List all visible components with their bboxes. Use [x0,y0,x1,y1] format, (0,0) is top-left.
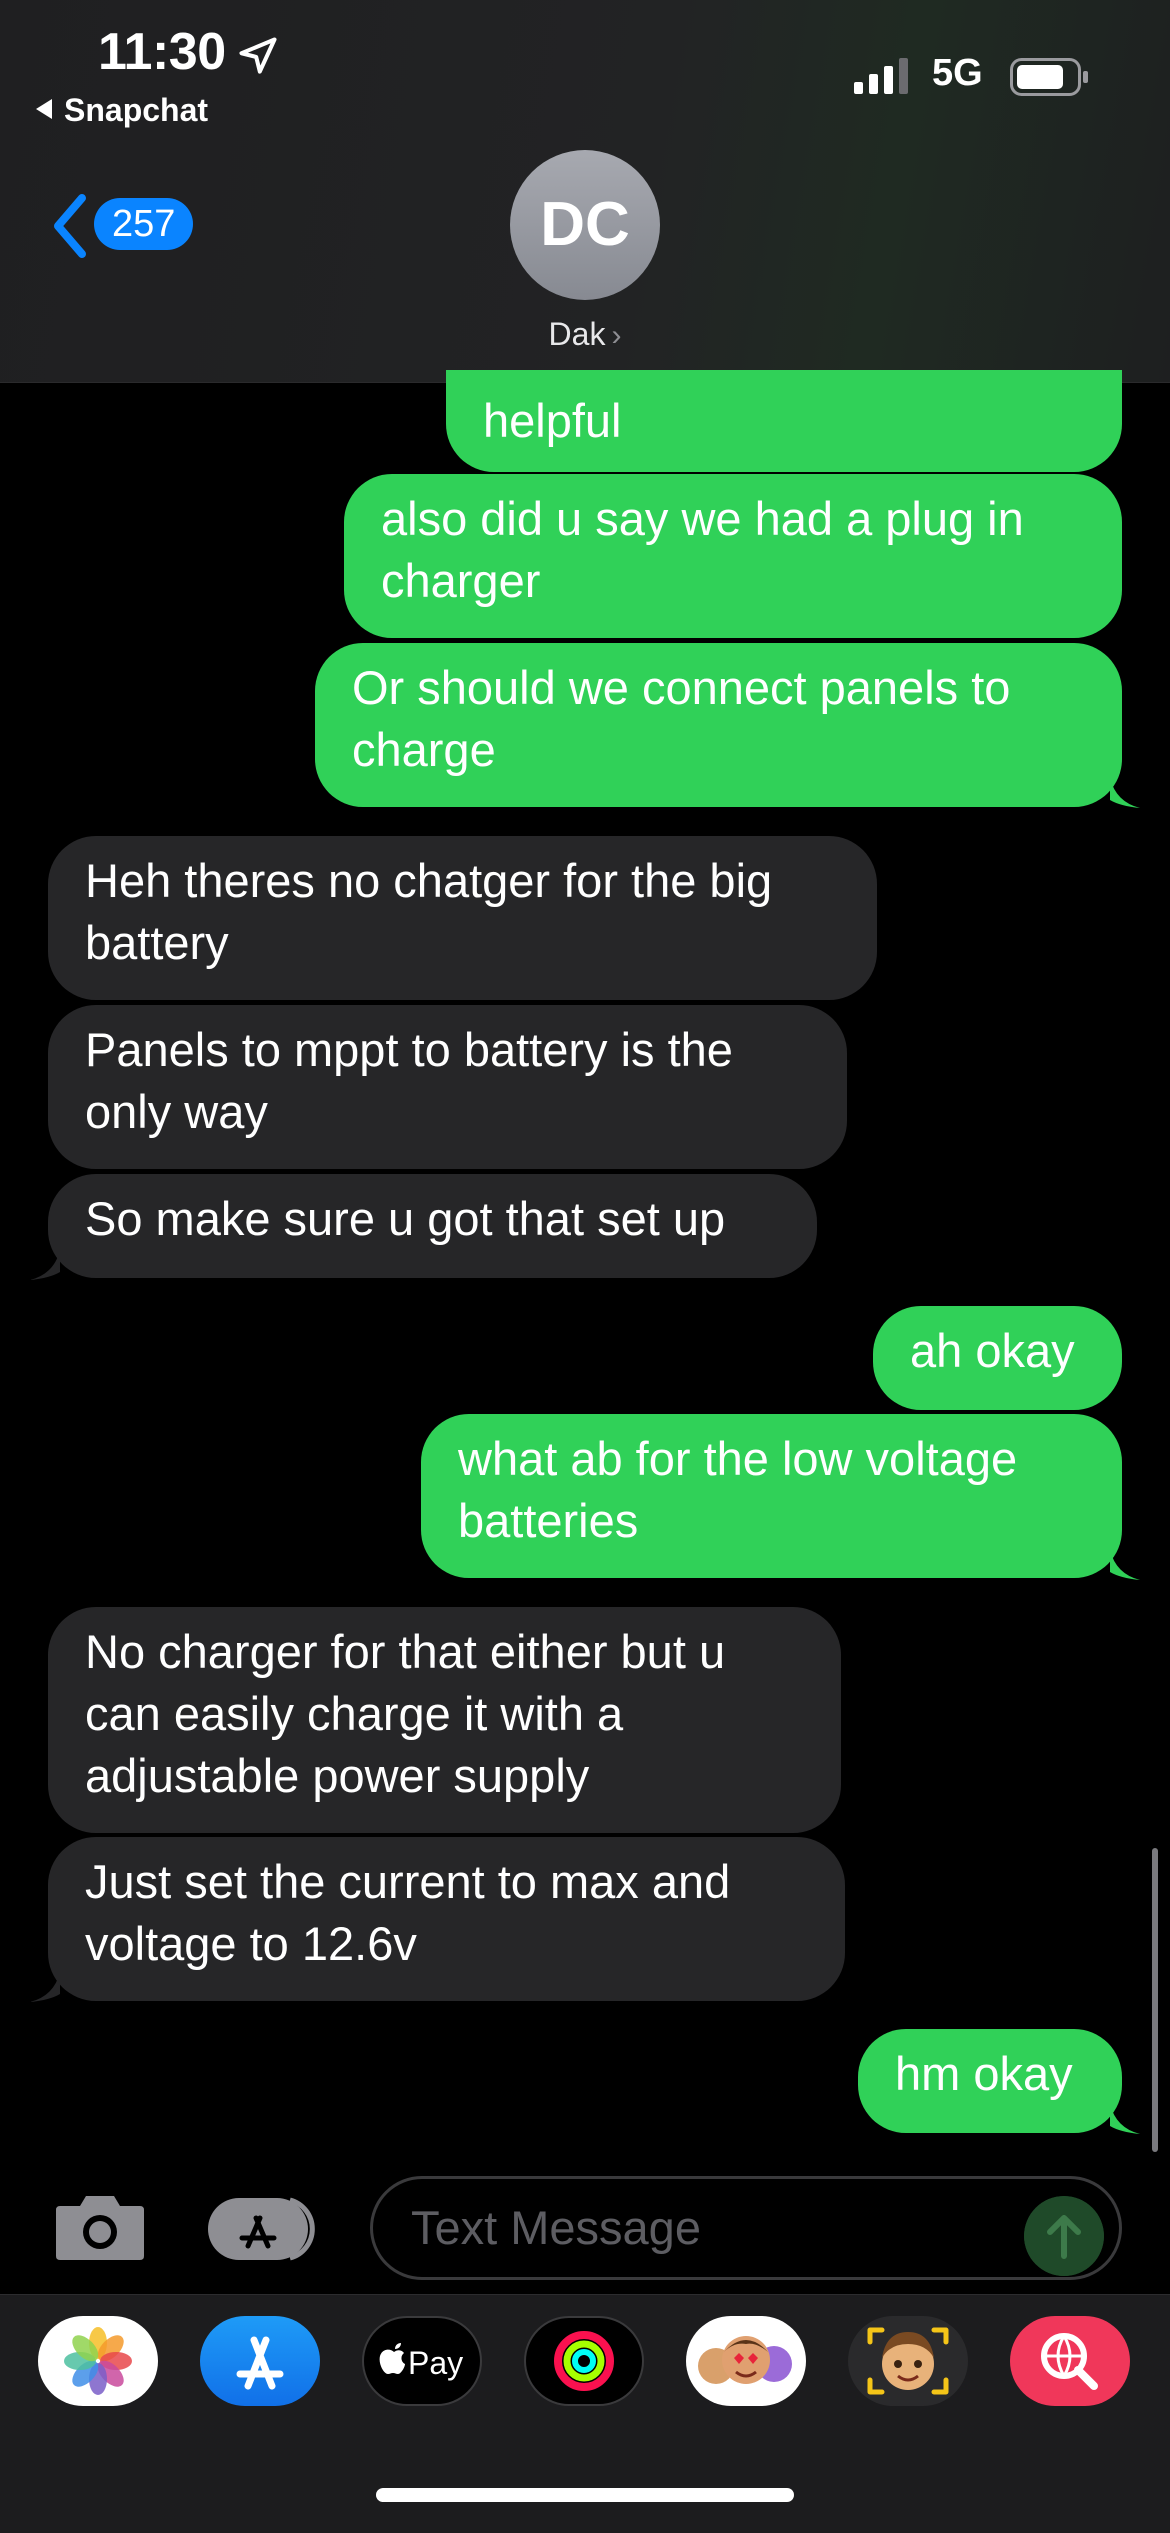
app-store-icon[interactable] [200,2316,320,2406]
contact-avatar[interactable]: DC [510,150,660,300]
photos-icon[interactable] [38,2316,158,2406]
camera-icon[interactable] [52,2190,148,2264]
chevron-right-icon: › [611,319,622,352]
back-app-label: Snapchat [64,92,209,128]
send-arrow-icon[interactable] [1024,2196,1104,2276]
bubble-tail-icon [1110,778,1140,808]
back-to-app-link[interactable]: Snapchat [36,92,208,129]
status-time: 11:30 [98,23,226,81]
message-bubble-sent[interactable]: Or should we connect panels to charge [315,643,1122,807]
message-bubble-sent[interactable]: helpful [446,370,1122,472]
network-type: 5G [932,52,983,94]
contact-name-button[interactable]: Dak › [0,316,1170,353]
bubble-tail-icon [1110,1550,1140,1580]
web-search-icon[interactable] [1010,2316,1130,2406]
message-bubble-received[interactable]: Just set the current to max and voltage … [48,1837,845,2001]
memoji-stickers-icon[interactable] [686,2316,806,2406]
message-bubble-received[interactable]: No charger for that either but u can eas… [48,1607,841,1833]
unread-count-badge[interactable]: 257 [94,198,194,250]
bubble-tail-icon [30,1250,60,1280]
apple-pay-label: Pay [408,2345,463,2381]
message-bubble-sent[interactable]: hm okay [858,2029,1122,2133]
back-chevron-icon[interactable] [50,192,90,260]
message-bubble-sent[interactable]: ah okay [873,1306,1122,1410]
text-message-input[interactable]: Text Message [370,2176,1122,2280]
message-bubble-sent[interactable]: what ab for the low voltage batteries [421,1414,1122,1578]
battery-icon [1010,58,1088,96]
message-bubble-received[interactable]: Panels to mppt to battery is the only wa… [48,1005,847,1169]
message-bubble-received[interactable]: So make sure u got that set up [48,1174,817,1278]
message-bubble-received[interactable]: Heh theres no chatger for the big batter… [48,836,877,1000]
memoji-icon[interactable] [848,2316,968,2406]
home-indicator[interactable] [376,2488,794,2502]
back-triangle-icon [36,99,52,119]
location-arrow-icon [239,37,277,74]
apple-pay-icon[interactable]: Pay [362,2316,482,2406]
bubble-tail-icon [30,1972,60,2002]
message-bubble-sent[interactable]: also did u say we had a plug in charger [344,474,1122,638]
app-store-apps-icon[interactable] [206,2196,322,2262]
bubble-tail-icon [1110,2104,1140,2134]
fitness-icon[interactable] [524,2316,644,2406]
cellular-signal-icon [854,58,908,94]
contact-name: Dak [548,316,606,352]
scrollbar[interactable] [1152,1848,1158,2152]
